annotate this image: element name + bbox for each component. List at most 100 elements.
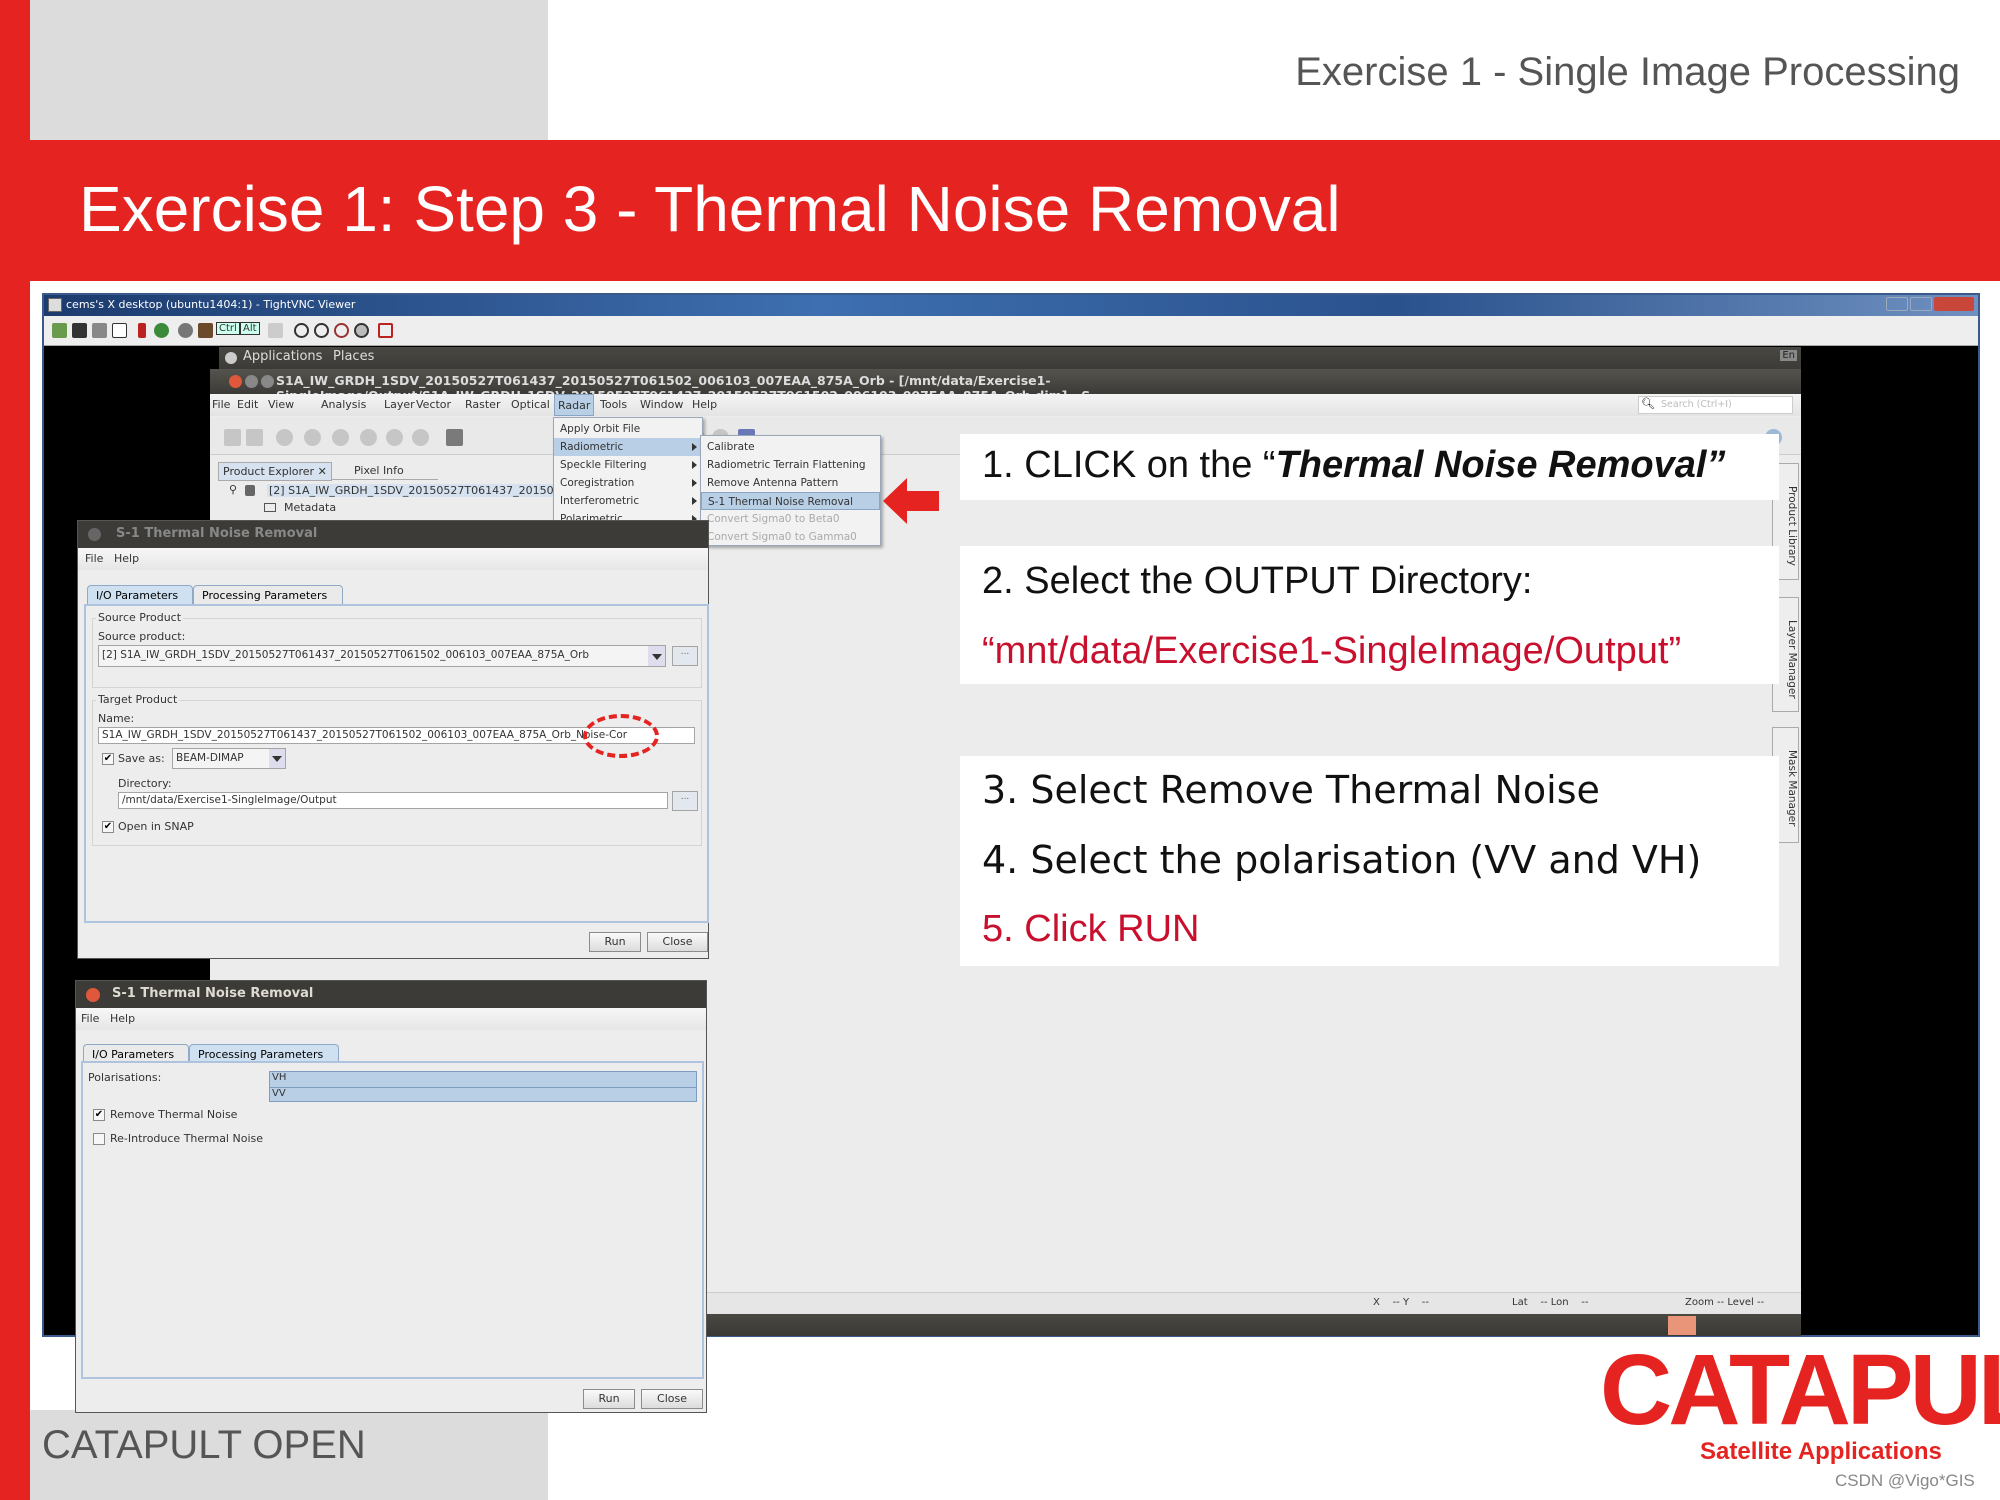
info-icon[interactable] (112, 323, 127, 338)
directory-field[interactable]: /mnt/data/Exercise1-SingleImage/Output (118, 792, 668, 809)
dialog-menu-file[interactable]: File (85, 552, 103, 565)
menu-item-speckle-filtering[interactable]: Speckle Filtering (554, 456, 702, 474)
save-as-checkbox[interactable]: ✔ (102, 753, 114, 765)
catapult-logo: CATAPULT (1600, 1334, 2000, 1446)
menu-item-coregistration[interactable]: Coregistration (554, 474, 702, 492)
keyboard-layout-indicator[interactable]: En (1780, 350, 1797, 361)
chevron-down-icon[interactable] (648, 646, 665, 666)
maximize-button[interactable] (1910, 297, 1932, 311)
instruction-step-4: 4. Select the polarisation (VV and VH) (982, 838, 1702, 882)
menu-file[interactable]: File (212, 398, 230, 411)
menu-item-calibrate[interactable]: Calibrate (701, 438, 880, 456)
tab-pixel-info[interactable]: Pixel Info (350, 464, 408, 477)
tree-item-metadata[interactable]: Metadata (284, 501, 336, 514)
logo-subtitle: Satellite Applications (1700, 1438, 1942, 1465)
zoom-out-icon[interactable] (314, 323, 329, 338)
fullscreen-icon[interactable] (378, 323, 393, 338)
polarisation-item-vh[interactable]: VH (270, 1072, 696, 1087)
tab-processing-parameters[interactable]: Processing Parameters (193, 585, 343, 604)
graph-builder-icon[interactable] (446, 429, 463, 446)
explorer-tab-strip: Product Explorer ✕ Pixel Info (218, 462, 438, 481)
open-in-snap-checkbox[interactable]: ✔ (102, 821, 114, 833)
options-icon[interactable] (92, 323, 107, 338)
save-product-icon[interactable] (246, 429, 263, 446)
menu-vector[interactable]: Vector (416, 398, 451, 411)
close-tab-icon[interactable]: ✕ (318, 465, 327, 478)
status-latlon: Lat -- Lon -- (1512, 1297, 1589, 1308)
step-1-emphasis: Thermal Noise Removal” (1275, 444, 1726, 486)
run-button[interactable]: Run (583, 1389, 635, 1409)
dialog-menu-help[interactable]: Help (114, 552, 139, 565)
pin-tool-icon[interactable] (360, 429, 377, 446)
tree-expander-icon[interactable]: ⚲ (229, 483, 237, 496)
menu-raster[interactable]: Raster (465, 398, 500, 411)
close-button[interactable]: Close (647, 932, 708, 952)
minimize-window-icon[interactable] (245, 375, 258, 388)
menu-item-terrain-flattening[interactable]: Radiometric Terrain Flattening (701, 456, 880, 474)
close-button[interactable]: Close (641, 1389, 703, 1409)
chevron-down-glyph (652, 654, 662, 660)
instruction-step-1: 1. CLICK on the “Thermal Noise Removal” (982, 444, 1725, 487)
clipboard-icon[interactable] (268, 323, 283, 338)
remove-thermal-noise-checkbox[interactable]: ✔ (93, 1109, 105, 1121)
menu-optical[interactable]: Optical (511, 398, 550, 411)
grid-tool-icon[interactable] (332, 429, 349, 446)
tree-item-product[interactable]: [2] S1A_IW_GRDH_1SDV_20150527T061437_201… (267, 484, 577, 497)
tool-icon[interactable] (304, 429, 321, 446)
maximize-window-icon[interactable] (261, 375, 274, 388)
menu-analysis[interactable]: Analysis (321, 398, 366, 411)
menu-window[interactable]: Window (640, 398, 683, 411)
tab-label: Product Explorer (223, 465, 315, 478)
source-browse-button[interactable]: ... (672, 646, 698, 666)
slide-footer: CATAPULT OPEN (42, 1423, 366, 1467)
tool-icon[interactable] (276, 429, 293, 446)
tab-io-parameters[interactable]: I/O Parameters (87, 585, 193, 604)
save-icon[interactable] (72, 323, 87, 338)
win-key-icon[interactable] (198, 323, 213, 338)
minimize-button[interactable] (1886, 297, 1908, 311)
ctrl-key-button[interactable]: Ctrl (216, 322, 240, 335)
close-window-icon[interactable] (229, 375, 242, 388)
open-product-icon[interactable] (224, 429, 241, 446)
menu-item-interferometric[interactable]: Interferometric (554, 492, 702, 510)
open-in-snap-label: Open in SNAP (118, 820, 194, 833)
pause-icon[interactable] (138, 323, 146, 338)
close-dialog-icon[interactable] (86, 988, 100, 1002)
source-product-select[interactable]: [2] S1A_IW_GRDH_1SDV_20150527T061437_201… (98, 645, 666, 667)
polarisation-item-vv[interactable]: VV (270, 1087, 696, 1102)
menu-layer[interactable]: Layer (384, 398, 415, 411)
close-dialog-icon[interactable] (88, 528, 101, 541)
menu-item-apply-orbit-file[interactable]: Apply Orbit File (554, 420, 702, 438)
places-menu[interactable]: Places (333, 349, 374, 364)
zoom-auto-icon[interactable] (354, 323, 369, 338)
menu-help[interactable]: Help (692, 398, 717, 411)
menu-tools[interactable]: Tools (600, 398, 627, 411)
menu-item-radiometric[interactable]: Radiometric (554, 438, 702, 456)
chevron-down-icon[interactable] (269, 749, 285, 768)
menu-radar[interactable]: Radar (554, 394, 595, 416)
new-connection-icon[interactable] (52, 323, 67, 338)
search-field[interactable]: 🔍︎ Search (Ctrl+I) (1638, 396, 1793, 414)
tool-icon[interactable] (412, 429, 429, 446)
menu-item-thermal-noise-removal[interactable]: S-1 Thermal Noise Removal (701, 492, 880, 510)
dialog-menu-file[interactable]: File (81, 1012, 99, 1025)
polarisations-list: VH VV (269, 1071, 697, 1102)
applications-menu[interactable]: Applications (243, 349, 322, 364)
directory-browse-button[interactable]: ... (672, 791, 698, 811)
alt-key-button[interactable]: Alt (240, 322, 260, 335)
menu-view[interactable]: View (268, 398, 294, 411)
menu-item-remove-antenna-pattern[interactable]: Remove Antenna Pattern (701, 474, 880, 492)
workspace-switcher-icon[interactable] (1668, 1316, 1696, 1335)
refresh-icon[interactable] (154, 323, 169, 338)
gcp-tool-icon[interactable] (386, 429, 403, 446)
run-button[interactable]: Run (589, 932, 641, 952)
zoom-100-icon[interactable] (334, 323, 349, 338)
menu-edit[interactable]: Edit (237, 398, 258, 411)
zoom-in-icon[interactable] (294, 323, 309, 338)
thermal-noise-dialog-io: S-1 Thermal Noise Removal File Help I/O … (77, 520, 709, 959)
close-button[interactable] (1934, 297, 1974, 311)
tab-product-explorer[interactable]: Product Explorer ✕ (218, 462, 332, 481)
dialog-menu-help[interactable]: Help (110, 1012, 135, 1025)
ctrl-alt-del-icon[interactable] (178, 323, 193, 338)
reintroduce-thermal-noise-checkbox[interactable] (93, 1133, 105, 1145)
